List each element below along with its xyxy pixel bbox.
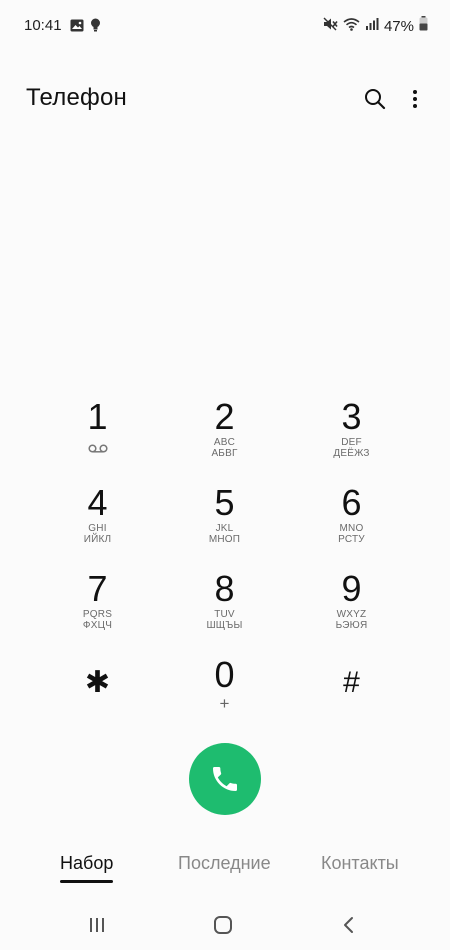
home-icon	[214, 916, 232, 934]
key-letters-cyrillic: МНОП	[208, 534, 241, 545]
tab-contacts[interactable]: Контакты	[321, 853, 399, 874]
key-star[interactable]: ✱	[34, 656, 161, 742]
key-4[interactable]: 4 GHI ИЙКЛ	[34, 484, 161, 570]
key-7[interactable]: 7 PQRS ФХЦЧ	[34, 570, 161, 656]
search-icon	[365, 89, 386, 110]
more-vertical-icon	[413, 90, 417, 108]
phone-icon	[213, 767, 237, 791]
key-letters-cyrillic: ДЕЁЖЗ	[333, 448, 370, 459]
key-digit: 2	[214, 396, 235, 437]
back-button[interactable]	[334, 913, 364, 937]
key-digit: 4	[87, 482, 108, 523]
key-letters-latin: ABC	[213, 437, 236, 448]
recents-icon	[90, 918, 104, 932]
page-title: Телефон	[26, 84, 127, 111]
key-letters-cyrillic: ШЩЪЫ	[206, 620, 243, 631]
active-tab-indicator	[60, 880, 113, 883]
key-digit: 3	[341, 396, 362, 437]
key-hash[interactable]: #	[288, 656, 415, 742]
tab-recent[interactable]: Последние	[178, 853, 271, 874]
bulb-icon	[90, 18, 101, 37]
search-button[interactable]	[360, 84, 390, 114]
phone-screen: 10:41 47% Телефон 1 2 ABC АБВГ 3 DEF ДЕЁ…	[0, 0, 450, 950]
key-digit: 5	[214, 482, 235, 523]
key-digit: 0	[214, 654, 235, 695]
key-letters-cyrillic: АБВГ	[211, 448, 238, 459]
key-6[interactable]: 6 MNO РСТУ	[288, 484, 415, 570]
wifi-icon	[343, 17, 360, 36]
key-letters-latin: MNO	[339, 523, 364, 534]
key-digit: ✱	[84, 666, 111, 699]
key-8[interactable]: 8 TUV ШЩЪЫ	[161, 570, 288, 656]
home-button[interactable]	[208, 913, 238, 937]
battery-percent: 47%	[383, 17, 414, 35]
key-digit: 6	[341, 482, 362, 523]
mute-icon	[323, 17, 338, 36]
call-button[interactable]	[189, 743, 261, 815]
key-digit: 8	[214, 568, 235, 609]
battery-icon	[419, 16, 428, 36]
key-3[interactable]: 3 DEF ДЕЁЖЗ	[288, 398, 415, 484]
key-letters-latin: GHI	[88, 523, 107, 534]
key-digit: #	[343, 666, 360, 699]
key-letters-latin: WXYZ	[336, 609, 367, 620]
system-nav-bar	[0, 905, 450, 945]
key-0[interactable]: 0 +	[161, 656, 288, 742]
status-bar: 10:41 47%	[0, 0, 450, 52]
key-letters-latin: TUV	[214, 609, 235, 620]
key-letters-cyrillic: ИЙКЛ	[83, 534, 112, 545]
key-letters-cyrillic: РСТУ	[338, 534, 365, 545]
key-1[interactable]: 1	[34, 398, 161, 484]
key-letters-latin: PQRS	[82, 609, 113, 620]
key-9[interactable]: 9 WXYZ ЬЭЮЯ	[288, 570, 415, 656]
key-digit: 1	[87, 396, 108, 437]
key-letters-latin: JKL	[215, 523, 234, 534]
tab-dial[interactable]: Набор	[60, 853, 113, 874]
key-letters-cyrillic: ЬЭЮЯ	[335, 620, 368, 631]
key-plus: +	[219, 694, 230, 713]
recents-button[interactable]	[82, 913, 112, 937]
key-digit: 7	[87, 568, 108, 609]
key-5[interactable]: 5 JKL МНОП	[161, 484, 288, 570]
status-time: 10:41	[24, 17, 62, 34]
more-options-button[interactable]	[400, 84, 430, 114]
voicemail-icon	[87, 440, 108, 458]
key-letters-cyrillic: ФХЦЧ	[82, 620, 113, 631]
dial-keypad: 1 2 ABC АБВГ 3 DEF ДЕЁЖЗ 4 GHI ИЙКЛ 5 JK…	[34, 398, 416, 742]
bottom-tabs: Набор Последние Контакты	[0, 853, 450, 893]
back-icon	[344, 917, 353, 933]
image-icon	[70, 19, 84, 37]
key-letters-latin: DEF	[341, 437, 362, 448]
key-2[interactable]: 2 ABC АБВГ	[161, 398, 288, 484]
key-digit: 9	[341, 568, 362, 609]
signal-icon	[365, 17, 379, 36]
